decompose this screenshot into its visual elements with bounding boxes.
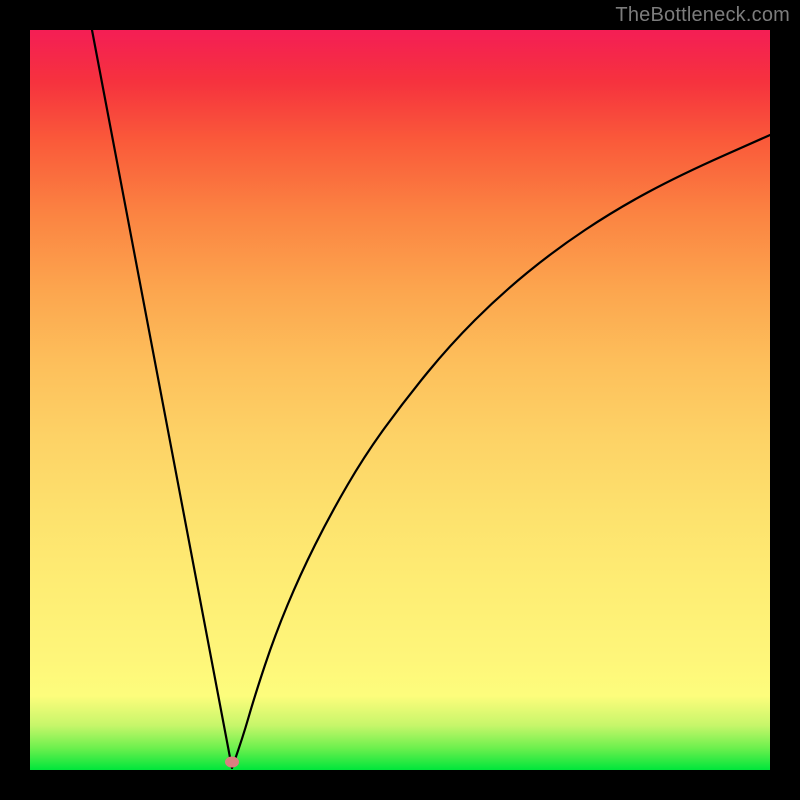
plot-area [30, 30, 770, 770]
chart-frame: TheBottleneck.com [0, 0, 800, 800]
bottleneck-curve [30, 30, 770, 770]
minimum-marker [225, 757, 239, 768]
watermark-text: TheBottleneck.com [615, 4, 790, 27]
